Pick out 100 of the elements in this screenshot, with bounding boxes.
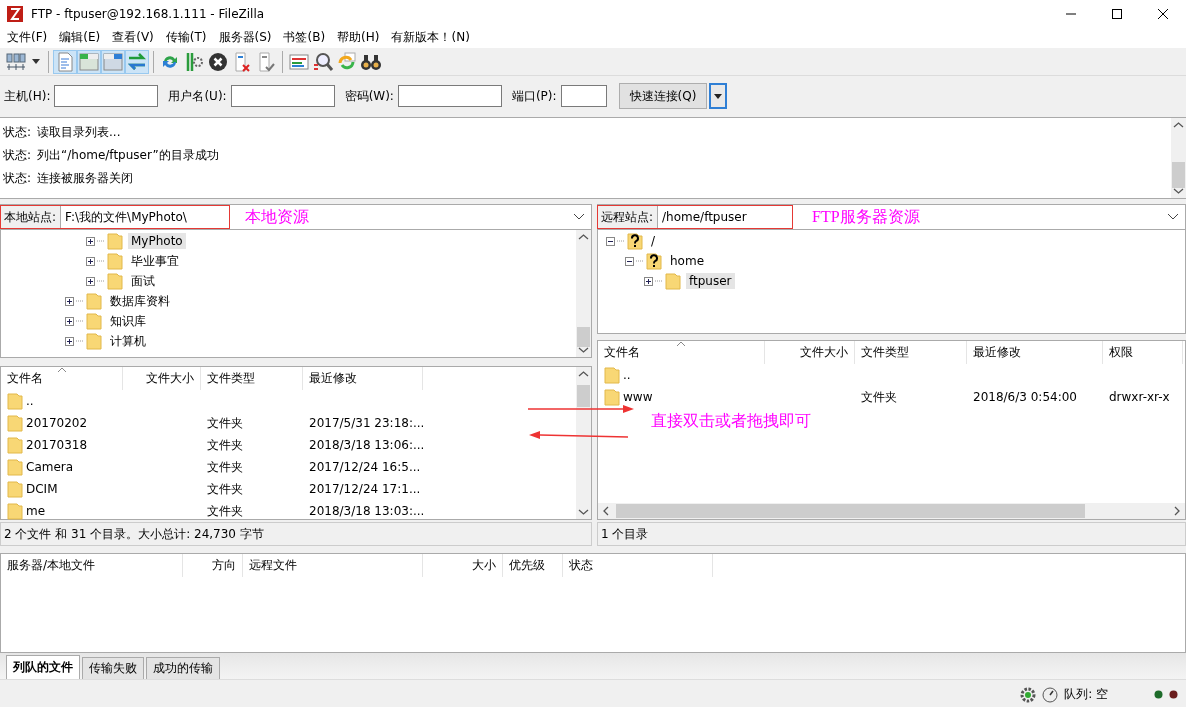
tree-item[interactable]: home	[667, 253, 708, 269]
column-header[interactable]: 大小	[423, 554, 503, 577]
tree-item[interactable]: MyPhoto	[128, 233, 186, 249]
column-header[interactable]: 文件类型	[855, 341, 967, 364]
input-field[interactable]	[397, 85, 502, 107]
file-name[interactable]: DCIM	[26, 482, 58, 496]
file-name[interactable]: ..	[26, 394, 34, 408]
document-x-icon	[235, 52, 250, 72]
table-cell: 文件夹	[207, 458, 243, 476]
field-label: 端口(P):	[511, 87, 557, 105]
menu-item[interactable]: 有新版本！(N)	[385, 29, 476, 46]
sort-caret-icon	[676, 341, 686, 347]
status-text: 1 个目录	[597, 522, 1186, 546]
speedometer-icon	[1042, 686, 1059, 703]
file-name[interactable]: www	[623, 390, 653, 404]
menu-item[interactable]: 传输(T)	[159, 29, 213, 46]
tree-connector	[617, 240, 625, 242]
menu-item[interactable]: 服务器(S)	[212, 29, 278, 46]
field-label: 密码(W):	[344, 87, 394, 105]
expand-icon[interactable]	[65, 316, 74, 326]
expand-icon[interactable]	[65, 336, 74, 346]
input-field[interactable]	[560, 85, 607, 107]
tree-item[interactable]: /	[648, 233, 659, 249]
status-text: 2 个文件 和 31 个目录。大小总计: 24,730 字节	[0, 522, 592, 546]
folder-icon	[7, 480, 23, 498]
log-label: 状态:	[3, 124, 32, 141]
collapse-icon[interactable]	[606, 236, 615, 246]
file-name[interactable]: ..	[623, 368, 631, 382]
file-name[interactable]: me	[26, 504, 46, 518]
tree-item[interactable]: 数据库资料	[107, 291, 173, 311]
scrollbar[interactable]	[576, 230, 591, 357]
tree-item[interactable]: 面试	[128, 271, 158, 291]
arrows-icon	[127, 52, 147, 70]
scrollbar-thumb[interactable]	[616, 504, 1085, 518]
magnifier-icon	[313, 52, 334, 71]
scrollbar[interactable]	[598, 503, 1185, 519]
input-field[interactable]	[54, 85, 159, 107]
tab[interactable]: 列队的文件	[6, 655, 80, 679]
log-message: 读取目录列表...	[37, 124, 121, 141]
column-header[interactable]: 文件类型	[201, 367, 303, 390]
column-header[interactable]: 文件大小	[765, 341, 855, 364]
column-header[interactable]: 状态	[563, 554, 713, 577]
column-header[interactable]: 文件名	[1, 367, 123, 390]
scrollbar-thumb[interactable]	[1172, 162, 1185, 188]
status-light-icon	[1154, 690, 1163, 699]
caret-icon	[714, 93, 723, 99]
column-header[interactable]: 权限	[1103, 341, 1183, 364]
menu-item[interactable]: 书签(B)	[277, 29, 332, 46]
field-label: 主机(H):	[4, 87, 51, 105]
input-field[interactable]	[230, 85, 335, 107]
scrollbar-thumb[interactable]	[577, 385, 590, 407]
tree-connector	[636, 260, 644, 262]
caret-icon[interactable]	[32, 59, 40, 64]
document-icon	[58, 52, 73, 71]
column-header[interactable]: 最近修改	[303, 367, 423, 390]
expand-icon[interactable]	[86, 276, 95, 286]
scrollbar[interactable]	[576, 367, 591, 519]
file-name[interactable]: 20170202	[26, 416, 88, 430]
menu-item[interactable]: 文件(F)	[1, 29, 54, 46]
scrollbar[interactable]	[1171, 118, 1186, 198]
folder-icon	[86, 292, 102, 310]
table-cell: 文件夹	[861, 388, 897, 406]
column-header[interactable]: 方向	[183, 554, 243, 577]
sliders-icon	[186, 51, 203, 72]
tab[interactable]: 成功的传输	[146, 657, 220, 679]
collapse-icon[interactable]	[625, 256, 634, 266]
dropdown-button[interactable]	[709, 83, 728, 109]
tab[interactable]: 传输失败	[82, 657, 144, 679]
table-cell: 2017/12/24 17:1...	[309, 482, 421, 496]
maximize-icon	[1112, 8, 1122, 19]
gear-icon	[1020, 686, 1037, 703]
tree-connector	[655, 280, 663, 282]
menu-item[interactable]: 查看(V)	[106, 29, 160, 46]
quickconnect-button[interactable]: 快速连接(Q)	[618, 83, 708, 109]
table-cell: 2018/3/18 13:06:...	[309, 438, 425, 452]
menu-item[interactable]: 帮助(H)	[331, 29, 386, 46]
binoculars-icon	[361, 54, 381, 70]
refresh-icon	[163, 55, 177, 68]
menu-item[interactable]: 编辑(E)	[53, 29, 107, 46]
queue-status: 队列: 空	[1064, 686, 1108, 703]
tree-item[interactable]: 毕业事宜	[128, 251, 182, 271]
column-header[interactable]: 远程文件	[243, 554, 423, 577]
expand-icon[interactable]	[65, 296, 74, 306]
expand-icon[interactable]	[86, 256, 95, 266]
tree-connector	[97, 280, 105, 282]
tree-item[interactable]: 计算机	[107, 331, 149, 351]
folder-icon	[86, 332, 102, 350]
table-cell: 文件夹	[207, 502, 243, 520]
column-header[interactable]: 文件大小	[123, 367, 201, 390]
file-name[interactable]: Camera	[26, 460, 74, 474]
tree-item[interactable]: 知识库	[107, 311, 149, 331]
column-header[interactable]: 服务器/本地文件	[1, 554, 183, 577]
expand-icon[interactable]	[86, 236, 95, 246]
column-header[interactable]: 文件名	[598, 341, 765, 364]
expand-icon[interactable]	[644, 276, 653, 286]
column-header[interactable]: 优先级	[503, 554, 563, 577]
scrollbar-thumb[interactable]	[577, 327, 590, 347]
tree-item[interactable]: ftpuser	[686, 273, 735, 289]
file-name[interactable]: 20170318	[26, 438, 88, 452]
column-header[interactable]: 最近修改	[967, 341, 1103, 364]
